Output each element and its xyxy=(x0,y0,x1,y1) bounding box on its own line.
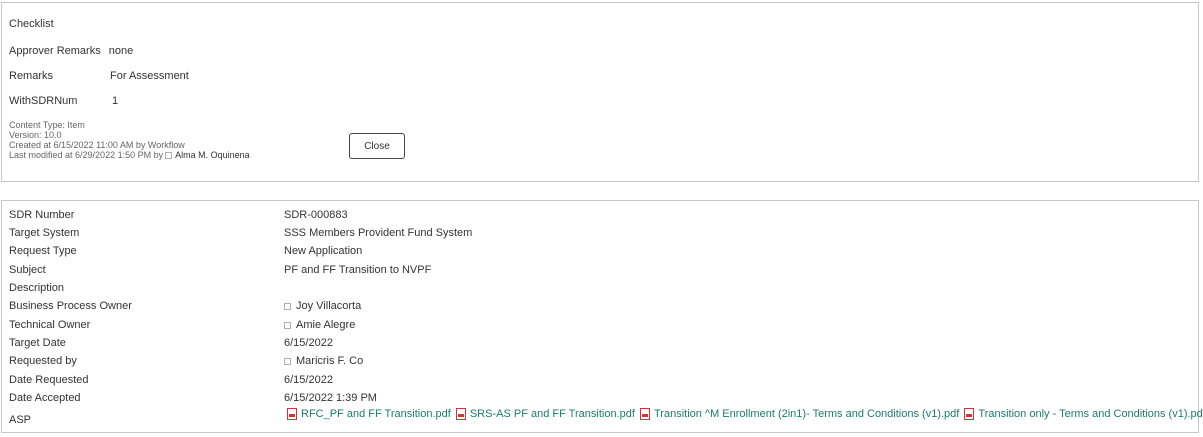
withsdrnum-value: 1 xyxy=(112,95,119,107)
pdf-icon xyxy=(964,408,975,421)
request-type-label: Request Type xyxy=(9,245,77,257)
attachment-link[interactable]: RFC_PF and FF Transition.pdf xyxy=(301,408,451,420)
pdf-icon xyxy=(639,408,650,421)
user-presence-icon xyxy=(165,152,173,160)
requested-by-name[interactable]: Maricris F. Co xyxy=(296,355,363,367)
business-process-owner-value: Joy Villacorta xyxy=(284,300,361,312)
user-presence-icon xyxy=(284,321,291,329)
asp-label: ASP xyxy=(9,414,32,426)
approver-remarks-value: none xyxy=(108,45,134,57)
subject-label: Subject xyxy=(9,264,46,276)
attachment-link[interactable]: Transition ^M Enrollment (2in1)- Terms a… xyxy=(654,408,959,420)
date-requested-label: Date Requested xyxy=(9,374,89,386)
sdr-number-value: SDR-000883 xyxy=(284,209,348,221)
close-button[interactable]: Close xyxy=(349,133,405,159)
item-details-panel: Checklist Approver Remarks none Remarks F… xyxy=(1,2,1199,182)
business-process-owner-label: Business Process Owner xyxy=(9,300,132,312)
technical-owner-label: Technical Owner xyxy=(9,319,91,331)
technical-owner-value: Amie Alegre xyxy=(284,319,355,331)
version-text: Version: 10.0 xyxy=(9,130,62,140)
approver-remarks-label: Approver Remarks xyxy=(9,45,101,57)
sdr-details-panel: SDR Number SDR-000883 Target System SSS … xyxy=(1,200,1203,433)
attachment-link[interactable]: Transition only - Terms and Conditions (… xyxy=(978,408,1203,420)
date-accepted-value: 6/15/2022 1:39 PM xyxy=(284,392,377,404)
date-accepted-label: Date Accepted xyxy=(9,392,81,404)
date-requested-value: 6/15/2022 xyxy=(284,374,333,386)
remarks-row: Remarks For Assessment xyxy=(9,70,189,82)
asp-attachments: RFC_PF and FF Transition.pdf SRS-AS PF a… xyxy=(285,408,1203,421)
modified-text: Last modified at 6/29/2022 1:50 PM by xyxy=(9,150,164,160)
target-system-label: Target System xyxy=(9,227,80,239)
description-label: Description xyxy=(9,282,65,294)
remarks-value: For Assessment xyxy=(110,70,189,82)
target-date-value: 6/15/2022 xyxy=(284,337,333,349)
withsdrnum-label: WithSDRNum xyxy=(9,95,78,107)
pdf-icon xyxy=(287,408,297,421)
user-presence-icon xyxy=(284,302,291,310)
target-date-label: Target Date xyxy=(9,337,66,349)
pdf-icon xyxy=(455,408,466,421)
remarks-label: Remarks xyxy=(9,70,54,82)
target-system-value: SSS Members Provident Fund System xyxy=(284,227,473,239)
requested-by-value: Maricris F. Co xyxy=(284,355,363,367)
user-presence-icon xyxy=(284,357,291,365)
modified-line: Last modified at 6/29/2022 1:50 PM by Alm… xyxy=(9,150,250,160)
technical-owner-name[interactable]: Amie Alegre xyxy=(296,319,355,331)
approver-remarks-row: Approver Remarks none xyxy=(9,45,133,57)
requested-by-label: Requested by xyxy=(9,355,77,367)
withsdrnum-row: WithSDRNum 1 xyxy=(9,95,118,107)
checklist-label: Checklist xyxy=(9,18,54,30)
modified-by-link[interactable]: Alma M. Oquinena xyxy=(175,150,250,160)
sdr-number-label: SDR Number xyxy=(9,209,75,221)
attachment-link[interactable]: SRS-AS PF and FF Transition.pdf xyxy=(470,408,635,420)
item-metadata: Content Type: Item Version: 10.0 Created… xyxy=(9,120,250,160)
created-text: Created at 6/15/2022 11:00 AM by Workflo… xyxy=(9,140,185,150)
business-process-owner-name[interactable]: Joy Villacorta xyxy=(296,300,361,312)
content-type-text: Content Type: Item xyxy=(9,120,85,130)
subject-value: PF and FF Transition to NVPF xyxy=(284,264,432,276)
request-type-value: New Application xyxy=(284,245,363,257)
